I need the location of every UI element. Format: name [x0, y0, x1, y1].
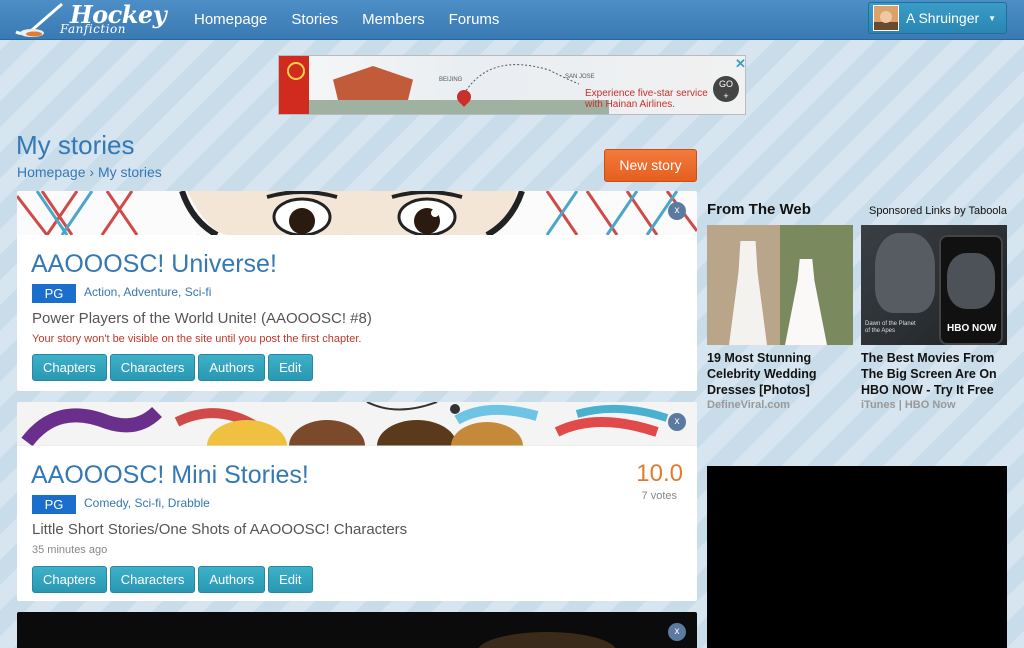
story-timestamp: 35 minutes ago	[32, 544, 108, 556]
breadcrumb-current[interactable]: My stories	[98, 164, 162, 180]
breadcrumb-separator: ›	[89, 164, 95, 180]
rating-badge: PG	[32, 284, 76, 303]
sponsored-item[interactable]: Dawn of the Planet of the Apes HBO NOW T…	[861, 225, 1007, 411]
story-actions: Chapters Characters Authors Edit	[32, 354, 316, 381]
story-genres: Comedy, Sci-fi, Drabble	[84, 496, 210, 510]
story-visibility-notice: Your story won't be visible on the site …	[32, 333, 362, 345]
sponsored-source: iTunes | HBO Now	[861, 399, 956, 411]
edit-button[interactable]: Edit	[268, 354, 313, 381]
story-genres: Action, Adventure, Sci-fi	[84, 285, 212, 299]
pagoda-image	[333, 66, 413, 100]
story-summary: Power Players of the World Unite! (AAOOO…	[32, 310, 372, 327]
sponsored-title[interactable]: 19 Most Stunning Celebrity Wedding Dress…	[707, 350, 853, 398]
breadcrumb: Homepage › My stories	[17, 164, 162, 180]
user-menu-button[interactable]: A Shruinger ▼	[868, 2, 1007, 34]
nav-members[interactable]: Members	[362, 0, 425, 40]
ad-banner[interactable]: BEIJING SAN JOSE Experience five-star se…	[278, 55, 746, 115]
characters-button[interactable]: Characters	[109, 354, 196, 381]
logo-subtext: Fanfiction	[60, 22, 127, 36]
story-card: x	[17, 612, 697, 648]
close-icon[interactable]: x	[668, 202, 686, 220]
site-logo[interactable]: Hockey Fanfiction	[14, 0, 179, 38]
ad-city-to: SAN JOSE	[565, 74, 595, 80]
story-card: AAOOOSC! Universe! PG Action, Adventure,…	[17, 191, 697, 391]
ad-go-button[interactable]: GO +	[713, 76, 739, 102]
close-icon[interactable]: x	[668, 623, 686, 641]
sponsored-source: DefineViral.com	[707, 399, 790, 411]
sponsored-item[interactable]: 19 Most Stunning Celebrity Wedding Dress…	[707, 225, 853, 411]
story-cover-image	[478, 632, 616, 648]
characters-button[interactable]: Characters	[109, 566, 196, 593]
nav-stories[interactable]: Stories	[291, 0, 338, 40]
edit-button[interactable]: Edit	[268, 566, 313, 593]
story-card-body: AAOOOSC! Universe! PG Action, Adventure,…	[17, 235, 697, 391]
story-summary: Little Short Stories/One Shots of AAOOOS…	[32, 521, 408, 538]
widget-header: From The Web	[707, 201, 811, 218]
rating-badge: PG	[32, 495, 76, 514]
user-name: A Shruinger	[906, 10, 980, 26]
hbo-logo: HBO NOW	[947, 323, 997, 334]
story-card: AAOOOSC! Mini Stories! 10.0 7 votes PG C…	[17, 402, 697, 601]
video-ad-panel[interactable]	[707, 466, 1007, 648]
top-navbar: Hockey Fanfiction Homepage Stories Membe…	[0, 0, 1024, 40]
story-actions: Chapters Characters Authors Edit	[32, 566, 316, 593]
close-icon[interactable]: x	[668, 413, 686, 431]
sponsored-widget: From The Web Sponsored Links by Taboola …	[707, 201, 1007, 416]
authors-button[interactable]: Authors	[198, 354, 266, 381]
ad-close-icon[interactable]: ✕	[735, 56, 745, 72]
nav-homepage[interactable]: Homepage	[194, 0, 267, 40]
airline-logo-icon	[279, 56, 309, 114]
page-title: My stories	[16, 130, 135, 160]
story-votes: 7 votes	[641, 490, 677, 502]
ad-text: Experience five-star service with Hainan…	[585, 88, 708, 110]
story-cover-image	[17, 191, 697, 235]
sponsored-thumbnail[interactable]: Dawn of the Planet of the Apes HBO NOW	[861, 225, 1007, 345]
chapters-button[interactable]: Chapters	[32, 354, 107, 381]
story-cover-image	[17, 402, 697, 446]
authors-button[interactable]: Authors	[198, 566, 266, 593]
caret-down-icon: ▼	[988, 13, 997, 23]
breadcrumb-home-link[interactable]: Homepage	[17, 164, 86, 180]
story-title[interactable]: AAOOOSC! Mini Stories!	[31, 461, 309, 490]
sponsored-title[interactable]: The Best Movies From The Big Screen Are …	[861, 350, 1007, 398]
nav-forums[interactable]: Forums	[449, 0, 500, 40]
story-card-body: AAOOOSC! Mini Stories! 10.0 7 votes PG C…	[17, 446, 697, 601]
chapters-button[interactable]: Chapters	[32, 566, 107, 593]
thumbnail-caption: Dawn of the Planet of the Apes	[865, 321, 916, 334]
sponsored-label[interactable]: Sponsored Links by Taboola	[869, 205, 1007, 217]
story-score: 10.0	[636, 460, 683, 487]
story-title[interactable]: AAOOOSC! Universe!	[31, 250, 277, 279]
ad-city-from: BEIJING	[439, 77, 463, 83]
main-nav: Homepage Stories Members Forums	[194, 0, 523, 40]
sponsored-thumbnail[interactable]	[707, 225, 853, 345]
new-story-button[interactable]: New story	[604, 149, 697, 182]
avatar	[873, 5, 899, 31]
